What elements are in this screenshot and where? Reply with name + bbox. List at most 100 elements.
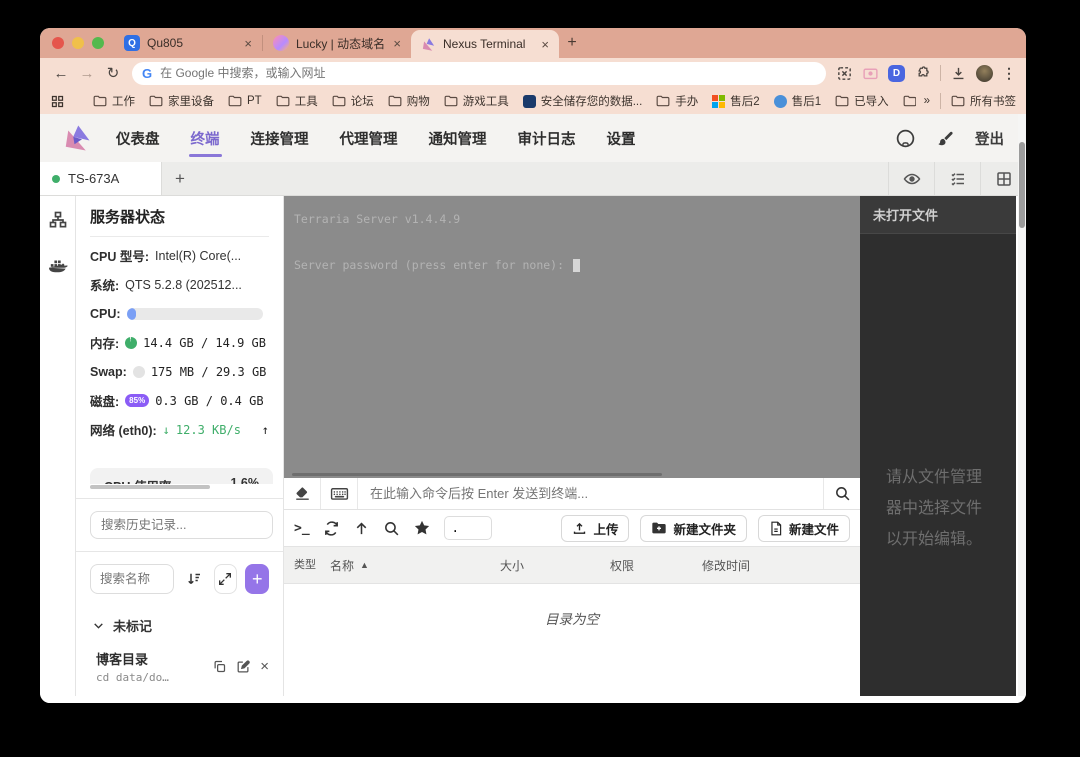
address-bar[interactable]: G bbox=[132, 62, 826, 85]
terminal-prompt-icon[interactable]: >_ bbox=[294, 521, 310, 536]
command-input[interactable] bbox=[358, 478, 823, 509]
refresh-icon[interactable] bbox=[323, 520, 340, 537]
terminal-output[interactable]: Terraria Server v1.4.4.9 Server password… bbox=[284, 196, 860, 478]
file-manager-toolbar: >_ 上传 新建文件夹 新建文件 bbox=[284, 510, 860, 546]
column-size[interactable]: 大小 bbox=[500, 557, 610, 574]
tab-close-icon[interactable]: × bbox=[244, 36, 252, 51]
bookmark-folder[interactable]: 手办 bbox=[656, 93, 698, 109]
search-terminal-button[interactable] bbox=[823, 478, 860, 509]
column-permissions[interactable]: 权限 bbox=[610, 557, 702, 574]
edit-icon[interactable] bbox=[236, 659, 251, 674]
column-type[interactable]: 类型 bbox=[284, 559, 330, 571]
favorite-star-icon[interactable] bbox=[413, 519, 431, 537]
up-directory-icon[interactable] bbox=[353, 520, 370, 537]
path-input[interactable] bbox=[444, 516, 492, 540]
upload-button[interactable]: 上传 bbox=[561, 515, 629, 542]
profile-avatar[interactable] bbox=[976, 65, 993, 82]
blue-d-extension-icon[interactable]: D bbox=[888, 65, 905, 82]
all-bookmarks-button[interactable]: 所有书签 bbox=[951, 93, 1016, 109]
close-session-icon[interactable]: × bbox=[260, 658, 269, 675]
browser-tab-nexus-terminal[interactable]: Nexus Terminal × bbox=[411, 30, 559, 58]
docker-icon[interactable] bbox=[47, 256, 69, 274]
bookmark-folder[interactable]: 个人博客 bbox=[903, 93, 916, 109]
bookmark-folder[interactable]: 论坛 bbox=[332, 93, 374, 109]
task-list-button[interactable] bbox=[934, 162, 980, 195]
nav-item-notifications[interactable]: 通知管理 bbox=[427, 114, 489, 163]
nav-item-connections[interactable]: 连接管理 bbox=[249, 114, 311, 163]
network-label: 网络 (eth0): bbox=[90, 420, 157, 439]
new-tab-button[interactable]: + bbox=[559, 34, 585, 52]
browser-tab-qu805[interactable]: Q Qu805 × bbox=[114, 28, 262, 58]
github-icon[interactable] bbox=[895, 128, 916, 149]
terminal-hscrollbar-thumb[interactable] bbox=[292, 473, 662, 476]
bookmark-folder[interactable]: 工作 bbox=[93, 93, 135, 109]
bookmark-shouhou2[interactable]: 售后2 bbox=[712, 93, 759, 109]
nav-item-proxy[interactable]: 代理管理 bbox=[338, 114, 400, 163]
column-name-label: 名称 bbox=[330, 557, 354, 574]
folder-icon bbox=[835, 95, 849, 107]
session-search-input[interactable] bbox=[90, 564, 174, 594]
history-search-input[interactable] bbox=[90, 511, 273, 539]
editor-title: 未打开文件 bbox=[873, 205, 938, 224]
logout-button[interactable]: 登出 bbox=[975, 128, 1004, 149]
new-folder-button[interactable]: 新建文件夹 bbox=[640, 515, 747, 542]
new-folder-label: 新建文件夹 bbox=[673, 519, 736, 538]
forward-button[interactable]: → bbox=[74, 65, 100, 82]
untagged-group-header[interactable]: 未标记 bbox=[76, 604, 283, 639]
expand-button[interactable] bbox=[214, 564, 238, 594]
screenshot-icon[interactable] bbox=[836, 65, 853, 82]
apps-grid-icon[interactable] bbox=[50, 94, 65, 109]
browser-tab-lucky[interactable]: Lucky | 动态域名 × bbox=[263, 28, 411, 58]
new-session-button[interactable]: + bbox=[162, 169, 198, 189]
network-topology-icon[interactable] bbox=[48, 210, 68, 230]
tab-close-icon[interactable]: × bbox=[393, 36, 401, 51]
swap-row: Swap: 175 MB / 29.3 GB bbox=[90, 357, 269, 386]
nav-item-dashboard[interactable]: 仪表盘 bbox=[114, 114, 162, 163]
scrollbar-thumb[interactable] bbox=[1019, 142, 1025, 228]
search-files-icon[interactable] bbox=[383, 520, 400, 537]
back-button[interactable]: ← bbox=[48, 65, 74, 82]
session-list-item[interactable]: 博客目录 cd data/do… × bbox=[76, 639, 283, 684]
horizontal-scrollbar-thumb[interactable] bbox=[90, 485, 210, 489]
close-window-button[interactable] bbox=[52, 37, 64, 49]
nav-item-terminal[interactable]: 终端 bbox=[189, 114, 222, 163]
bookmark-folder[interactable]: PT bbox=[228, 95, 262, 107]
address-input[interactable] bbox=[160, 66, 816, 80]
clear-terminal-button[interactable] bbox=[284, 478, 321, 509]
virtual-keyboard-button[interactable] bbox=[321, 478, 358, 509]
folder-icon bbox=[951, 95, 965, 107]
sort-icon bbox=[185, 570, 203, 588]
upload-icon bbox=[572, 521, 587, 536]
minimize-window-button[interactable] bbox=[72, 37, 84, 49]
bookmark-folder[interactable]: 购物 bbox=[388, 93, 430, 109]
nav-item-audit-log[interactable]: 审计日志 bbox=[516, 114, 578, 163]
extensions-puzzle-icon[interactable] bbox=[914, 65, 931, 82]
bookmark-folder[interactable]: 游戏工具 bbox=[444, 93, 509, 109]
nav-item-settings[interactable]: 设置 bbox=[605, 114, 638, 163]
download-icon[interactable] bbox=[950, 65, 967, 82]
session-tab-ts673a[interactable]: TS-673A bbox=[40, 162, 162, 195]
pink-extension-icon[interactable] bbox=[862, 65, 879, 82]
bookmarks-overflow-button[interactable]: » bbox=[924, 95, 930, 107]
column-modified-time[interactable]: 修改时间 bbox=[702, 557, 860, 574]
column-name[interactable]: 名称▲ bbox=[330, 557, 500, 574]
tab-close-icon[interactable]: × bbox=[541, 37, 549, 52]
add-session-button[interactable]: + bbox=[245, 564, 269, 594]
maximize-window-button[interactable] bbox=[92, 37, 104, 49]
copy-icon[interactable] bbox=[212, 659, 227, 674]
page-scrollbar[interactable] bbox=[1018, 114, 1026, 696]
bookmark-secure-storage[interactable]: 安全储存您的数据... bbox=[523, 93, 643, 109]
visibility-button[interactable] bbox=[888, 162, 934, 195]
theme-brush-icon[interactable] bbox=[936, 129, 955, 148]
new-file-button[interactable]: 新建文件 bbox=[758, 515, 850, 542]
terminal-line: Terraria Server v1.4.4.9 bbox=[294, 212, 460, 226]
sort-button[interactable] bbox=[182, 564, 206, 594]
reload-button[interactable]: ↻ bbox=[100, 64, 126, 82]
bookmark-folder[interactable]: 已导入 bbox=[835, 93, 889, 109]
folder-icon bbox=[93, 95, 107, 107]
bookmark-shouhou1[interactable]: 售后1 bbox=[774, 93, 821, 109]
bookmark-folder[interactable]: 工具 bbox=[276, 93, 318, 109]
main-area: 服务器状态 CPU 型号: Intel(R) Core(... 系统: QTS … bbox=[40, 196, 1026, 696]
bookmark-folder[interactable]: 家里设备 bbox=[149, 93, 214, 109]
browser-menu-icon[interactable]: ⋮ bbox=[1002, 65, 1016, 82]
